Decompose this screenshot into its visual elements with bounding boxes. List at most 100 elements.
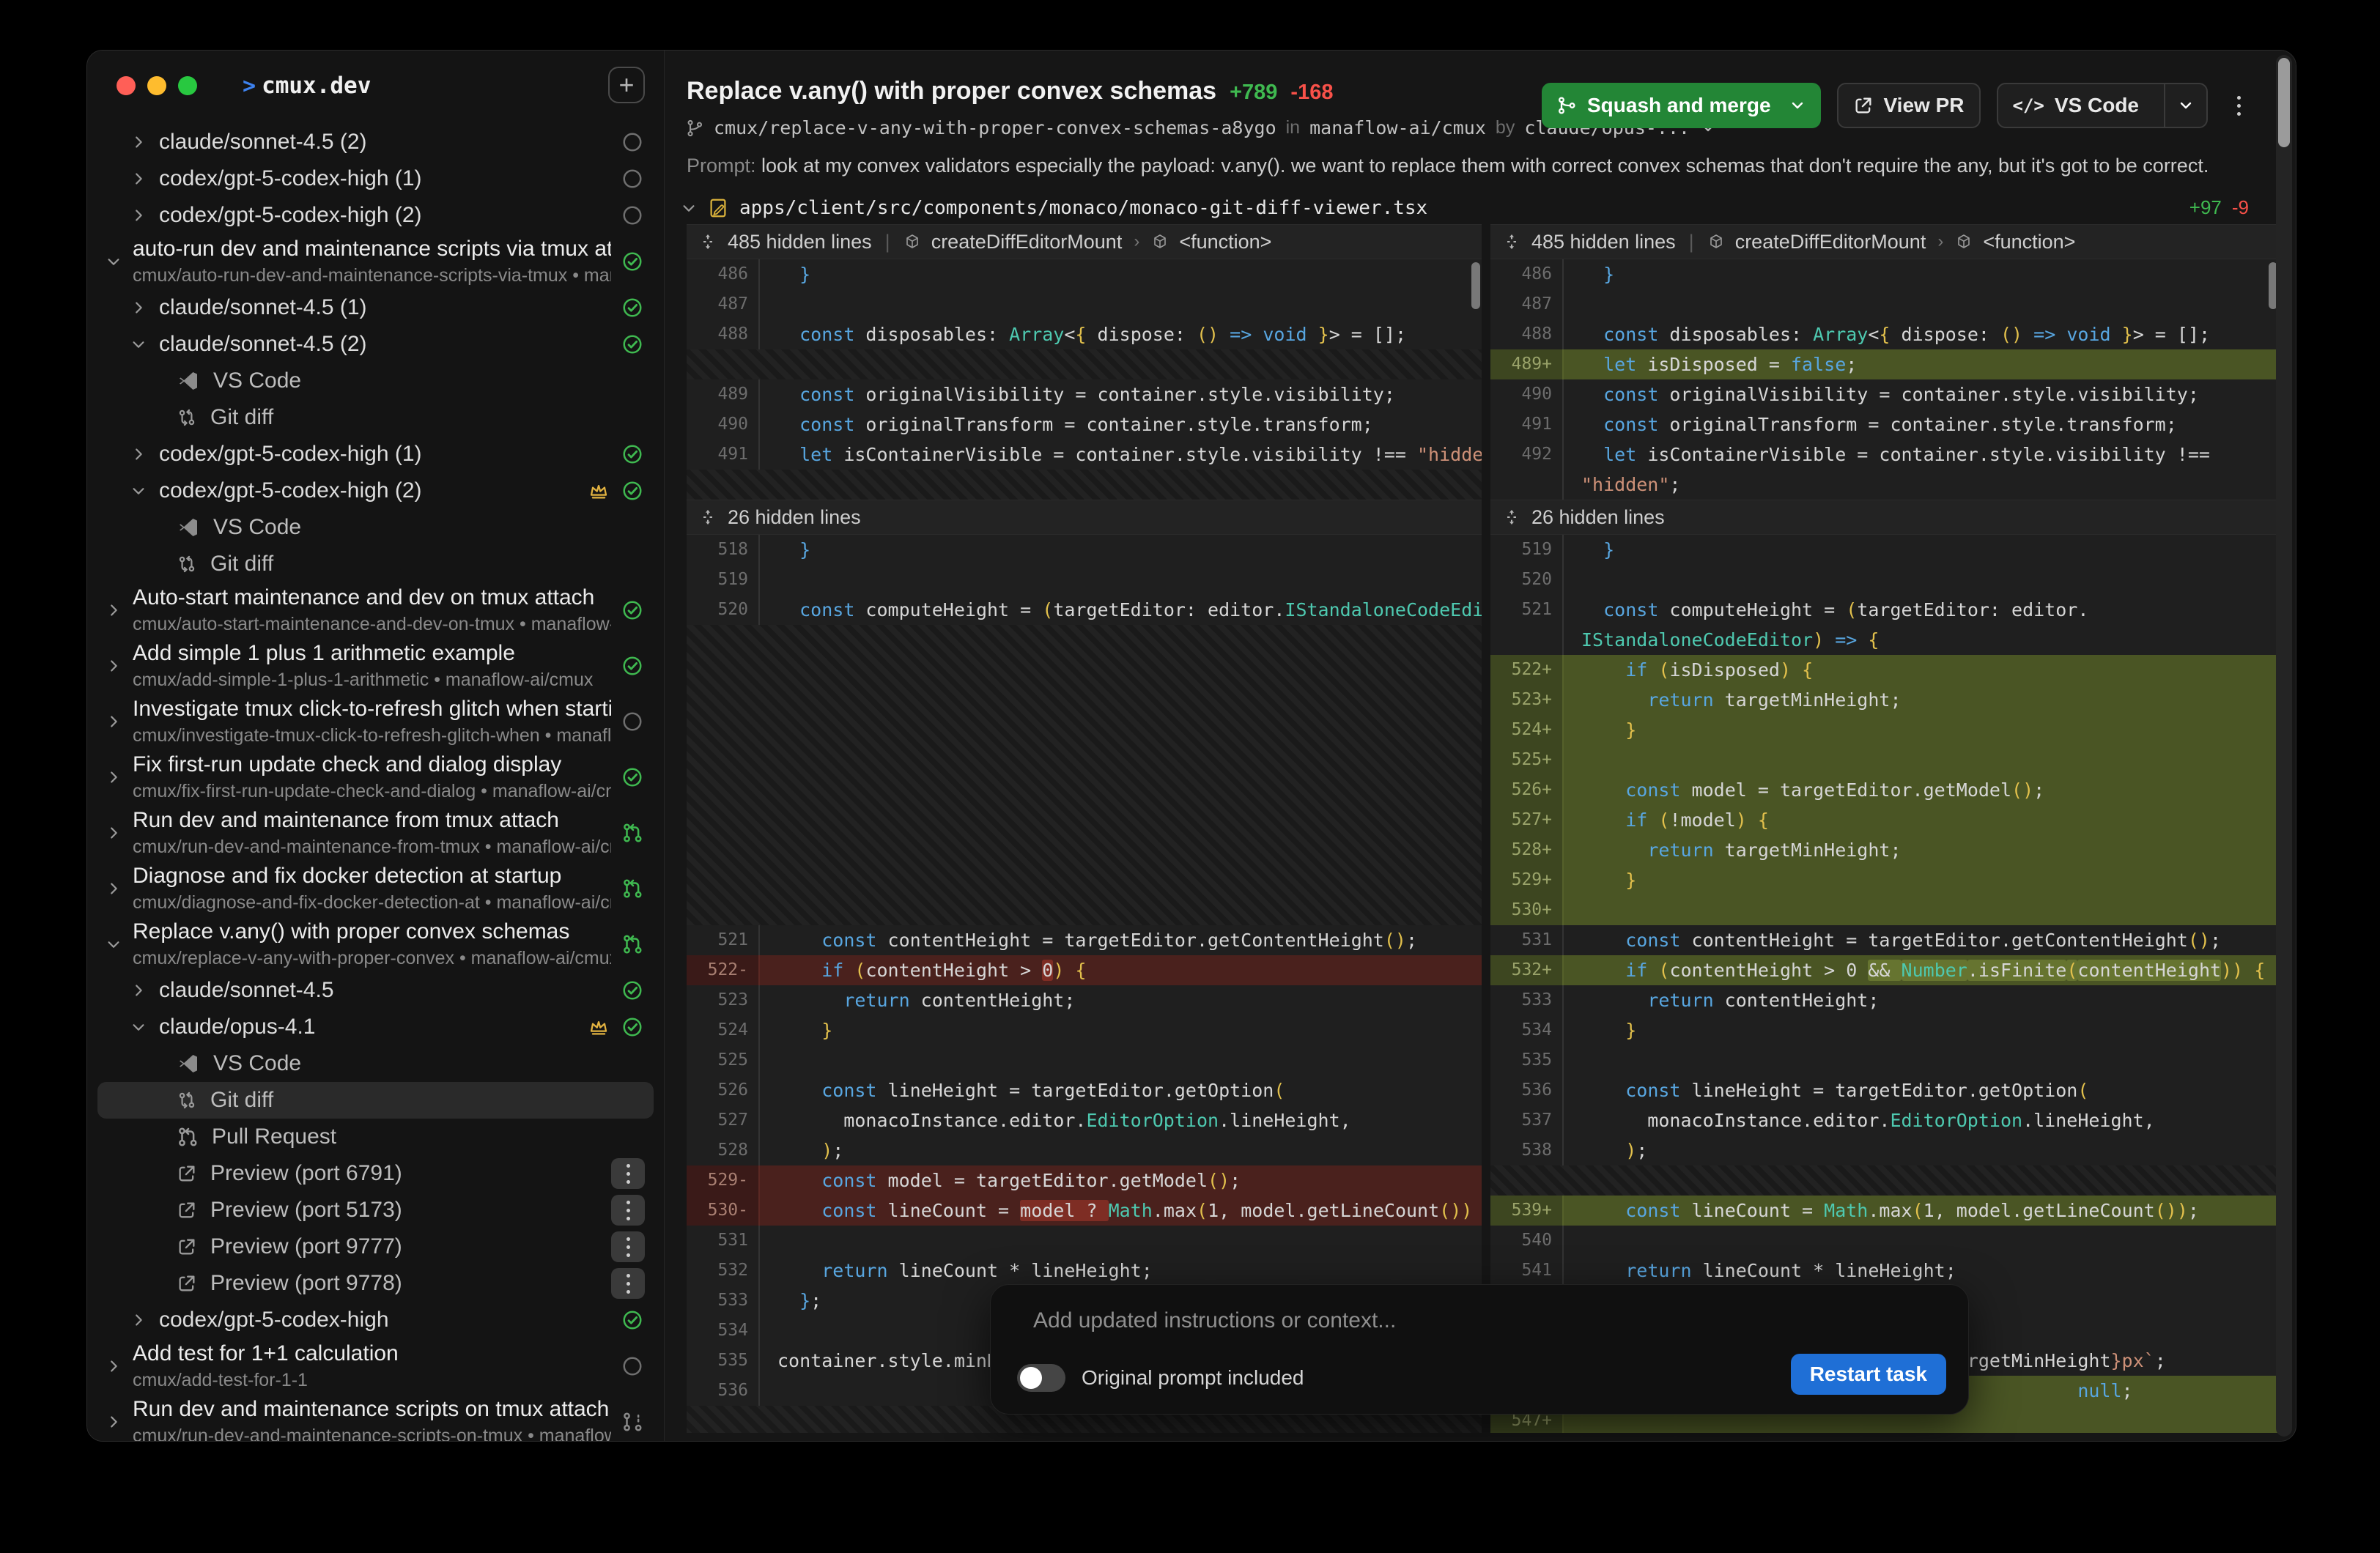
- diff-line: 527+ if (!model) {: [1490, 805, 2279, 835]
- sidebar-task-row[interactable]: Run dev and maintenance scripts on tmux …: [87, 1394, 664, 1441]
- code-text: }: [760, 259, 1482, 289]
- sidebar-task-row[interactable]: Investigate tmux click-to-refresh glitch…: [87, 694, 664, 749]
- sidebar-task-row[interactable]: Fix first-run update check and dialog di…: [87, 749, 664, 805]
- task-branch-subtitle: cmux/replace-v-any-with-proper-convex • …: [133, 948, 611, 969]
- code-text: monacoInstance.editor.EditorOption.lineH…: [760, 1105, 1482, 1135]
- sidebar-item-preview-port-9777-[interactable]: Preview (port 9777): [87, 1228, 664, 1265]
- more-options-button[interactable]: [611, 1231, 645, 1262]
- line-number: 540: [1490, 1226, 1564, 1256]
- vscode-dropdown-button[interactable]: [2164, 84, 2206, 127]
- line-number: 528: [687, 1135, 760, 1165]
- more-options-button[interactable]: [611, 1195, 645, 1226]
- line-number: 486: [1490, 259, 1564, 289]
- status-icons: [621, 1355, 643, 1377]
- unfold-icon: [1502, 232, 1521, 251]
- code-text: const contentHeight = targetEditor.getCo…: [760, 925, 1482, 955]
- pane-scrollbar-thumb[interactable]: [1471, 262, 1480, 309]
- sidebar-item-pull-request[interactable]: Pull Request: [87, 1119, 664, 1155]
- minimize-window-icon[interactable]: [147, 76, 166, 95]
- sidebar-agent-row[interactable]: codex/gpt-5-codex-high (1): [87, 160, 664, 197]
- status-icons: [621, 878, 643, 900]
- task-title: Fix first-run update check and dialog di…: [133, 752, 611, 777]
- instructions-input[interactable]: Add updated instructions or context...: [1033, 1308, 1396, 1333]
- sidebar-task-row[interactable]: Replace v.any() with proper convex schem…: [87, 916, 664, 972]
- check-circle-icon: [621, 443, 643, 465]
- status-icons: [621, 204, 643, 226]
- squash-and-merge-button[interactable]: Squash and merge: [1542, 83, 1821, 128]
- sidebar-agent-row[interactable]: claude/sonnet-4.5 (2): [87, 124, 664, 160]
- hidden-lines-expander[interactable]: 26 hidden lines: [1490, 500, 2279, 535]
- sidebar-task-row[interactable]: Auto-start maintenance and dev on tmux a…: [87, 582, 664, 638]
- branch-name[interactable]: cmux/replace-v-any-with-proper-convex-sc…: [714, 117, 1276, 138]
- code-text: [760, 565, 1482, 595]
- view-pr-button[interactable]: View PR: [1837, 83, 1981, 128]
- chevron-down-icon[interactable]: [681, 200, 697, 216]
- restart-task-button[interactable]: Restart task: [1791, 1354, 1946, 1395]
- code-text: return targetMinHeight;: [1564, 685, 2279, 715]
- sidebar-task-row[interactable]: Add simple 1 plus 1 arithmetic examplecm…: [87, 638, 664, 694]
- agent-label: claude/sonnet-4.5 (2): [159, 332, 367, 357]
- diff-pane-original[interactable]: 485 hidden lines|createDiffEditorMount›<…: [687, 224, 1482, 1433]
- sidebar-item-preview-port-5173-[interactable]: Preview (port 5173): [87, 1192, 664, 1228]
- repo-name[interactable]: manaflow-ai/cmux: [1309, 117, 1486, 138]
- sidebar-task-row[interactable]: Diagnose and fix docker detection at sta…: [87, 861, 664, 916]
- code-text: const lineCount = Math.max(1, model.getL…: [1564, 1196, 2279, 1226]
- file-row[interactable]: apps/client/src/components/monaco/monaco…: [681, 196, 2249, 219]
- agent-label: codex/gpt-5-codex-high (2): [159, 203, 422, 228]
- sidebar-item-git-diff[interactable]: Git diff: [87, 546, 664, 582]
- sidebar-agent-row[interactable]: claude/sonnet-4.5: [87, 972, 664, 1009]
- code-text: const computeHeight = (targetEditor: edi…: [760, 595, 1482, 625]
- sidebar-agent-row[interactable]: codex/gpt-5-codex-high (2): [87, 197, 664, 234]
- line-number: 533: [687, 1286, 760, 1316]
- zoom-window-icon[interactable]: [178, 76, 197, 95]
- diff-line: 491 let isContainerVisible = container.s…: [687, 440, 1482, 470]
- sidebar-task-row[interactable]: auto-run dev and maintenance scripts via…: [87, 234, 664, 289]
- hidden-lines-expander[interactable]: 485 hidden lines|createDiffEditorMount›<…: [687, 224, 1482, 259]
- more-options-button[interactable]: [2224, 85, 2253, 126]
- diff-line: "hidden";: [1490, 470, 2279, 500]
- titlebar: > cmux.dev +: [87, 51, 664, 121]
- hidden-lines-expander[interactable]: 485 hidden lines|createDiffEditorMount›<…: [1490, 224, 2279, 259]
- sidebar-item-git-diff[interactable]: Git diff: [97, 1082, 654, 1119]
- sidebar-item-preview-port-6791-[interactable]: Preview (port 6791): [87, 1155, 664, 1192]
- window-scrollbar[interactable]: [2276, 55, 2292, 1437]
- agent-label: codex/gpt-5-codex-high: [159, 1308, 389, 1333]
- prompt-row: Prompt: look at my convex validators esp…: [687, 155, 2296, 177]
- task-branch-subtitle: cmux/run-dev-and-maintenance-scripts-on-…: [133, 1426, 611, 1441]
- code-text: const lineCount = model ? Math.max(1, mo…: [760, 1196, 1482, 1226]
- sidebar-item-vs-code[interactable]: VS Code: [87, 363, 664, 399]
- sidebar-agent-row[interactable]: claude/sonnet-4.5 (2): [87, 326, 664, 363]
- chevron-down-icon[interactable]: [1789, 97, 1806, 114]
- scrollbar-thumb[interactable]: [2278, 58, 2290, 147]
- sidebar-agent-row[interactable]: claude/opus-4.1: [87, 1009, 664, 1045]
- sidebar-item-preview-port-9778-[interactable]: Preview (port 9778): [87, 1265, 664, 1302]
- sidebar-item-git-diff[interactable]: Git diff: [87, 399, 664, 436]
- vscode-button[interactable]: </> VS Code: [1997, 83, 2209, 128]
- sidebar-agent-row[interactable]: codex/gpt-5-codex-high: [87, 1302, 664, 1338]
- task-title: Add test for 1+1 calculation: [133, 1341, 611, 1366]
- sidebar-agent-row[interactable]: codex/gpt-5-codex-high (2): [87, 472, 664, 509]
- sidebar-item-vs-code[interactable]: VS Code: [87, 509, 664, 546]
- close-window-icon[interactable]: [117, 76, 136, 95]
- task-list[interactable]: claude/sonnet-4.5 (2)codex/gpt-5-codex-h…: [87, 124, 664, 1441]
- code-text: }: [1564, 1015, 2279, 1045]
- sidebar-task-row[interactable]: Run dev and maintenance from tmux attach…: [87, 805, 664, 861]
- code-text: [760, 1045, 1482, 1075]
- sidebar-agent-row[interactable]: claude/sonnet-4.5 (1): [87, 289, 664, 326]
- hidden-lines-expander[interactable]: 26 hidden lines: [687, 500, 1482, 535]
- pull-request-icon: [621, 822, 643, 844]
- breadcrumb-chevron-icon: ›: [1132, 231, 1141, 252]
- more-options-button[interactable]: [611, 1268, 645, 1299]
- diff-pane-modified[interactable]: 485 hidden lines|createDiffEditorMount›<…: [1490, 224, 2279, 1433]
- chevron-right-icon: [105, 824, 122, 842]
- more-options-button[interactable]: [611, 1158, 645, 1189]
- sidebar-agent-row[interactable]: codex/gpt-5-codex-high (1): [87, 436, 664, 472]
- sidebar-item-vs-code[interactable]: VS Code: [87, 1045, 664, 1082]
- original-prompt-toggle[interactable]: [1017, 1364, 1065, 1392]
- line-number: 537: [1490, 1105, 1564, 1135]
- new-task-button[interactable]: +: [608, 67, 645, 103]
- symbol-icon: [903, 233, 921, 251]
- line-number: 491: [687, 440, 760, 470]
- sidebar-task-row[interactable]: Add test for 1+1 calculationcmux/add-tes…: [87, 1338, 664, 1394]
- line-number: 489: [687, 379, 760, 409]
